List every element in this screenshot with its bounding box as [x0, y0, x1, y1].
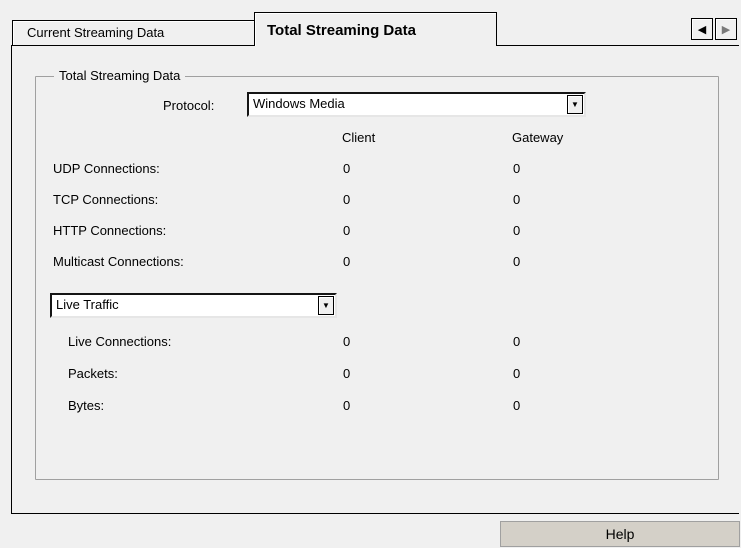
chevron-down-icon: ▼ [571, 100, 579, 109]
client-value: 0 [343, 161, 351, 176]
gateway-value: 0 [513, 334, 521, 349]
row-label: Packets: [68, 366, 118, 381]
row-label: Bytes: [68, 398, 105, 413]
row-label: Multicast Connections: [53, 254, 184, 269]
client-value: 0 [343, 192, 351, 207]
client-value: 0 [343, 223, 351, 238]
triangle-left-icon: ◀ [697, 23, 707, 36]
tab-total-streaming-data[interactable]: Total Streaming Data [254, 12, 497, 46]
traffic-value: Live Traffic [56, 297, 119, 312]
client-value: 0 [343, 398, 351, 413]
gateway-value: 0 [513, 254, 521, 269]
gateway-value: 0 [513, 398, 521, 413]
row-label: UDP Connections: [53, 161, 160, 176]
gateway-value: 0 [513, 161, 521, 176]
group-box [35, 76, 719, 480]
protocol-value: Windows Media [253, 96, 345, 111]
client-value: 0 [343, 334, 351, 349]
help-button[interactable]: Help [500, 521, 740, 547]
protocol-label: Protocol: [163, 98, 215, 113]
tab-scroll-controls: ◀ ▶ [691, 18, 737, 42]
scroll-right-button[interactable]: ▶ [715, 18, 737, 40]
row-label: HTTP Connections: [53, 223, 167, 238]
group-caption: Total Streaming Data [54, 68, 186, 83]
tab-label: Total Streaming Data [267, 22, 416, 39]
gateway-value: 0 [513, 366, 521, 381]
gateway-value: 0 [513, 192, 521, 207]
scroll-left-button[interactable]: ◀ [691, 18, 713, 40]
client-value: 0 [343, 254, 351, 269]
client-value: 0 [343, 366, 351, 381]
dropdown-arrow-button[interactable]: ▼ [567, 95, 583, 114]
protocol-select[interactable]: Windows Media ▼ [247, 92, 586, 117]
dropdown-arrow-button[interactable]: ▼ [318, 296, 334, 315]
row-label: Live Connections: [68, 334, 172, 349]
help-button-label: Help [605, 526, 635, 542]
gateway-column-header: Gateway [512, 130, 564, 145]
triangle-right-icon: ▶ [721, 23, 731, 36]
client-column-header: Client [342, 130, 376, 145]
row-label: TCP Connections: [53, 192, 159, 207]
tab-current-streaming-data[interactable]: Current Streaming Data [12, 20, 255, 45]
gateway-value: 0 [513, 223, 521, 238]
tab-label: Current Streaming Data [27, 25, 165, 40]
chevron-down-icon: ▼ [322, 301, 330, 310]
traffic-select[interactable]: Live Traffic ▼ [50, 293, 337, 318]
